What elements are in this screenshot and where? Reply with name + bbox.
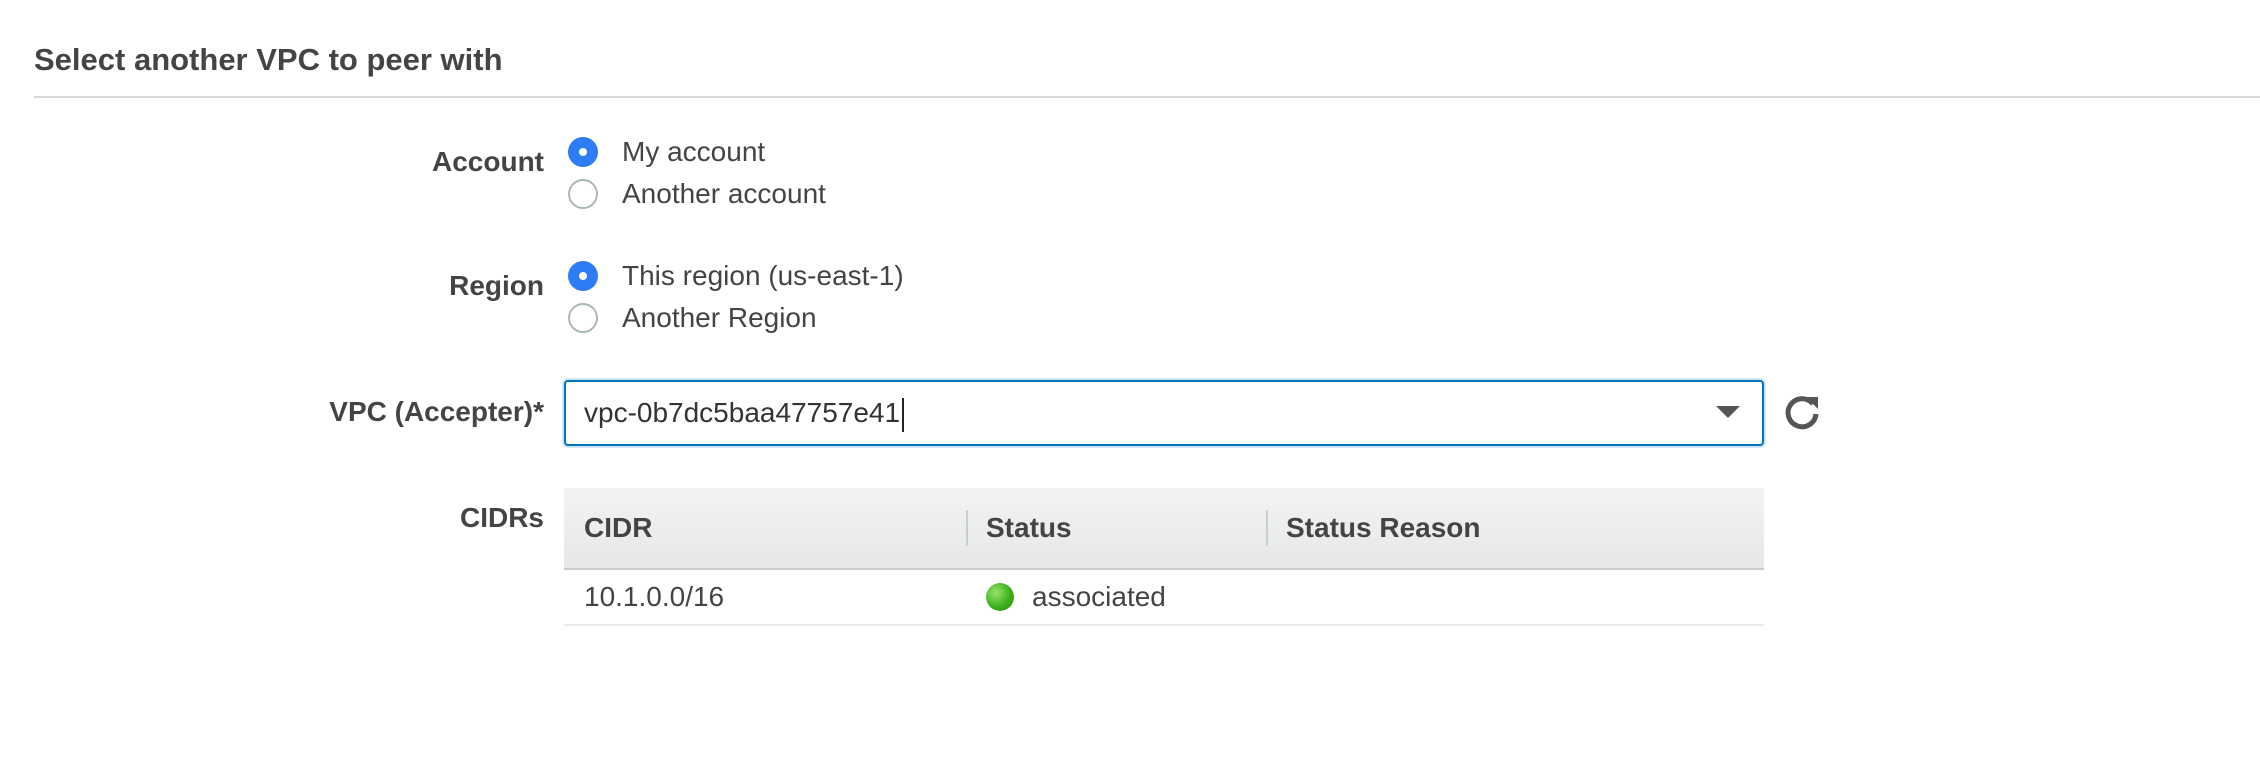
- vpc-accepter-select[interactable]: vpc-0b7dc5baa47757e41: [564, 380, 1764, 446]
- vpc-accepter-value: vpc-0b7dc5baa47757e41: [584, 397, 901, 428]
- cidrs-label: CIDRs: [459, 502, 544, 533]
- peering-form: Select another VPC to peer with Account …: [0, 0, 2260, 770]
- radio-button-checked[interactable]: [568, 261, 598, 291]
- radio-another-region[interactable]: Another Region: [568, 298, 817, 338]
- cidr-cell: 10.1.0.0/16: [564, 569, 966, 626]
- radio-button[interactable]: [568, 179, 598, 209]
- radio-button[interactable]: [568, 303, 598, 333]
- status-text: associated: [1032, 581, 1166, 612]
- radio-label: My account: [622, 136, 766, 167]
- status-cell: associated: [966, 569, 1266, 626]
- vpc-accepter-label: VPC (Accepter)*: [329, 396, 544, 427]
- radio-this-region[interactable]: This region (us-east-1): [568, 256, 904, 296]
- radio-button-checked[interactable]: [568, 137, 598, 167]
- region-label: Region: [449, 270, 544, 301]
- refresh-icon[interactable]: [1782, 393, 1822, 433]
- text-cursor: [902, 397, 905, 432]
- radio-label: Another account: [622, 178, 826, 209]
- radio-my-account[interactable]: My account: [568, 132, 765, 172]
- radio-label: This region (us-east-1): [622, 260, 904, 291]
- table-row: 10.1.0.0/16 associated: [564, 569, 1764, 626]
- account-label: Account: [432, 146, 544, 177]
- cidr-table: CIDR Status Status Reason 10.1.0.0/16 as…: [564, 488, 1764, 626]
- section-divider: [34, 96, 2260, 98]
- column-header-status[interactable]: Status: [966, 488, 1266, 570]
- chevron-down-icon[interactable]: [1716, 406, 1740, 418]
- section-title: Select another VPC to peer with: [34, 42, 503, 77]
- column-header-status-reason[interactable]: Status Reason: [1266, 488, 1764, 570]
- radio-another-account[interactable]: Another account: [568, 174, 826, 214]
- column-header-cidr[interactable]: CIDR: [564, 488, 966, 570]
- table-header-row: CIDR Status Status Reason: [564, 488, 1764, 570]
- status-dot-icon: [986, 582, 1014, 611]
- status-reason-cell: [1266, 569, 1764, 626]
- vpc-accepter-input[interactable]: vpc-0b7dc5baa47757e41: [584, 382, 905, 444]
- radio-label: Another Region: [622, 302, 817, 333]
